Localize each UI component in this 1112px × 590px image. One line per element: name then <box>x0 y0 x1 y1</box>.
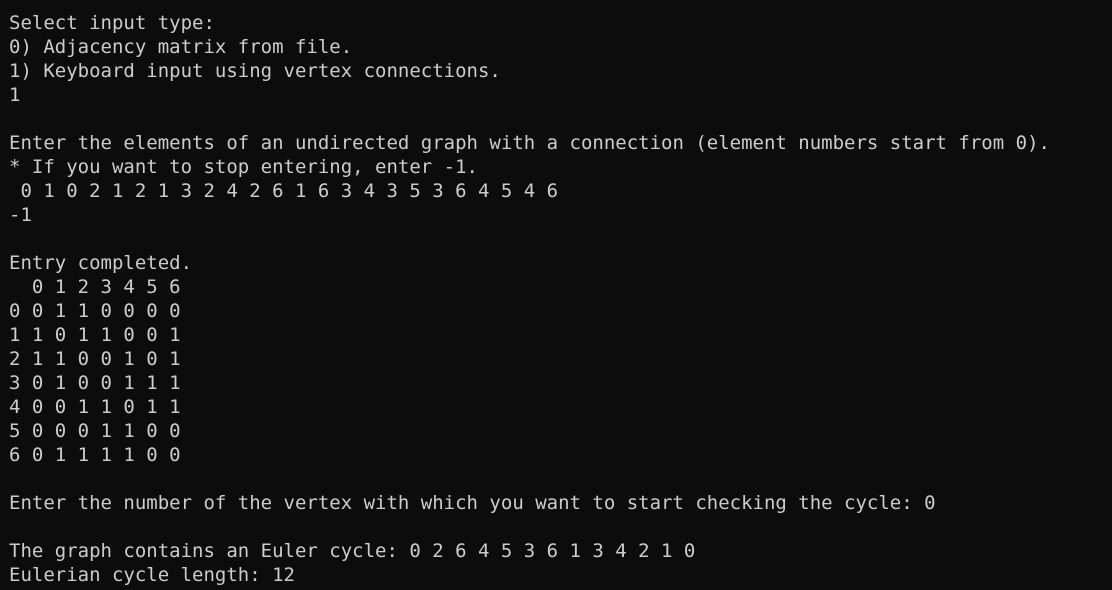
matrix-row: 6 0 1 1 1 1 0 0 <box>9 444 181 466</box>
user-input-terminator: -1 <box>9 204 32 226</box>
hint-stop-entering: * If you want to stop entering, enter -1… <box>9 156 478 178</box>
result-euler-cycle: The graph contains an Euler cycle: 0 2 6… <box>9 540 696 562</box>
matrix-row: 3 0 1 0 0 1 1 1 <box>9 372 181 394</box>
matrix-row: 1 1 0 1 1 0 0 1 <box>9 324 181 346</box>
prompt-start-vertex: Enter the number of the vertex with whic… <box>9 492 936 514</box>
user-input-edges: 0 1 0 2 1 2 1 3 2 4 2 6 1 6 3 4 3 5 3 6 … <box>9 180 559 202</box>
option-keyboard-input: 1) Keyboard input using vertex connectio… <box>9 60 501 82</box>
matrix-row: 2 1 1 0 0 1 0 1 <box>9 348 181 370</box>
matrix-header-row: 0 1 2 3 4 5 6 <box>9 276 181 298</box>
result-cycle-length: Eulerian cycle length: 12 <box>9 564 295 586</box>
matrix-row: 4 0 0 1 1 0 1 1 <box>9 396 181 418</box>
prompt-enter-elements: Enter the elements of an undirected grap… <box>9 132 1050 154</box>
option-adjacency-matrix: 0) Adjacency matrix from file. <box>9 36 353 58</box>
matrix-row: 5 0 0 0 1 1 0 0 <box>9 420 181 442</box>
console-output[interactable]: Select input type: 0) Adjacency matrix f… <box>0 0 1112 590</box>
status-entry-completed: Entry completed. <box>9 252 193 274</box>
user-input-choice: 1 <box>9 84 21 106</box>
matrix-row: 0 0 1 1 0 0 0 0 <box>9 300 181 322</box>
prompt-select-input-type: Select input type: <box>9 12 215 34</box>
